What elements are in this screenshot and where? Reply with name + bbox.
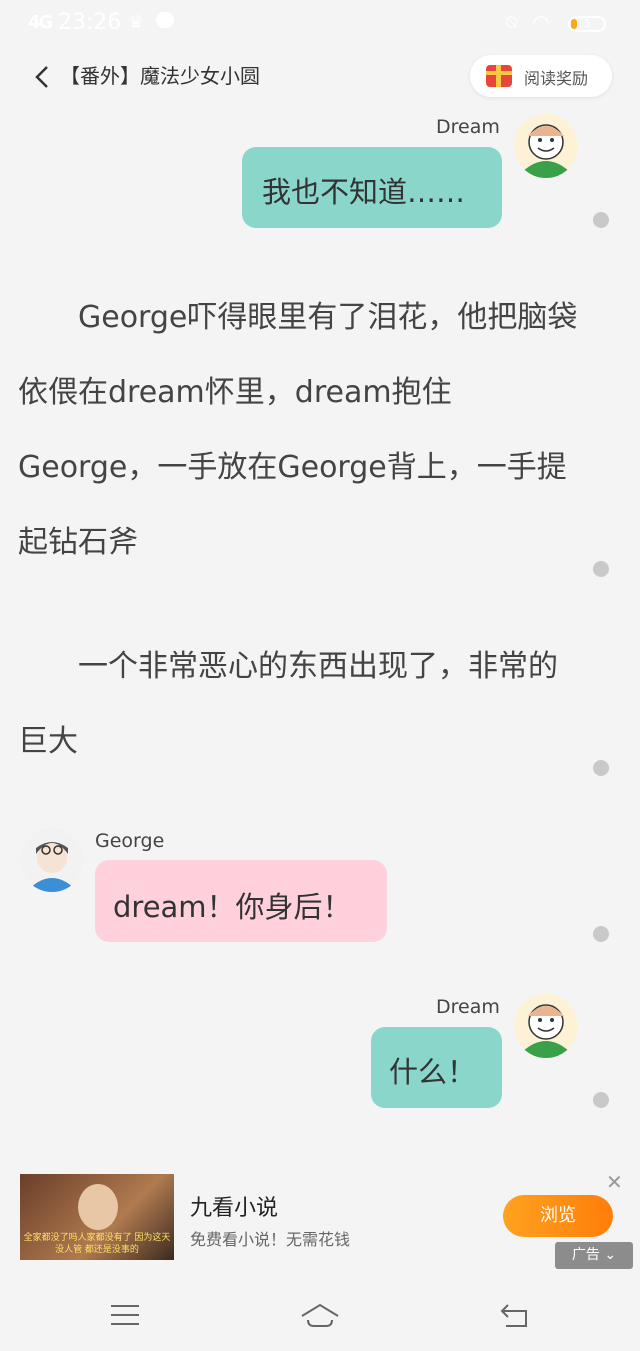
menu-icon[interactable] [108,1300,142,1330]
signal-icon: 4G [28,12,53,33]
speaker-name: George [95,830,165,852]
avatar-dream[interactable] [514,994,578,1058]
page-title: 【番外】魔法少女小圆 [60,64,260,88]
status-bar: 4G 23:26 ♛ ⍉ ◠ 5 [0,0,640,48]
speaker-name: Dream [436,116,500,138]
back-nav-icon[interactable] [498,1300,532,1330]
ad-description: 免费看小说！无需花钱 [190,1230,351,1249]
paragraph-dot[interactable] [593,212,609,228]
ad-person [78,1184,118,1230]
battery-level: 5 [584,17,591,30]
ad-image-caption: 全家都没了吗人家都没有了 因为这天没人管 都还是没事的 [23,1233,171,1255]
paragraph-dot[interactable] [593,1092,609,1108]
gift-icon [486,65,512,87]
battery-icon: 5 [568,16,606,32]
message-text: dream！你身后！ [113,890,352,924]
story-paragraph: 一个非常恶心的东西出现了，非常的巨大 [18,649,558,759]
back-icon[interactable] [32,62,54,92]
paragraph-dot[interactable] [593,760,609,776]
paragraph-dot[interactable] [593,561,609,577]
wifi-icon: ◠ [532,10,550,34]
message-text: 我也不知道…… [262,175,466,209]
mute-icon: ⍉ [506,12,517,33]
reading-reward-label: 阅读奖励 [524,69,589,88]
status-time: 23:26 [58,10,122,35]
ad-title[interactable]: 九看小说 [190,1190,278,1222]
message-bubble-dream: 什么！ [371,1027,502,1108]
ad-tag[interactable]: 广告 ⌄ [555,1242,633,1269]
message-bubble-dream: 我也不知道…… [242,147,502,228]
crown-icon: ♛ [128,12,145,33]
ad-image[interactable]: 全家都没了吗人家都没有了 因为这天没人管 都还是没事的 [20,1174,174,1260]
close-icon[interactable]: ✕ [606,1170,623,1194]
story-paragraph: George吓得眼里有了泪花，他把脑袋依偎在dream怀里，dream抱住Geo… [18,300,578,560]
speaker-name: Dream [436,996,500,1018]
ad-browse-button[interactable]: 浏览 [503,1195,613,1237]
home-icon[interactable] [298,1300,342,1330]
avatar-george[interactable] [20,828,84,892]
message-text: 什么！ [389,1055,477,1089]
avatar-dream[interactable] [514,114,578,178]
message-bubble-george: dream！你身后！ [95,860,387,942]
message-icon [156,12,174,28]
paragraph-dot[interactable] [593,926,609,942]
ad-tag-label: 广告 [571,1247,600,1263]
reading-reward-button[interactable]: 阅读奖励 [470,55,612,97]
